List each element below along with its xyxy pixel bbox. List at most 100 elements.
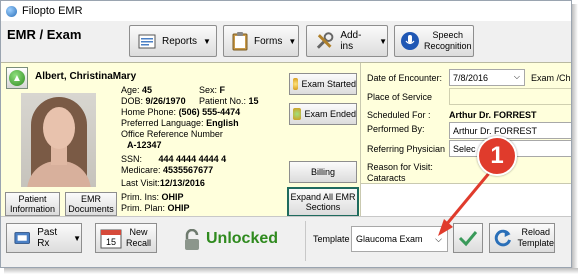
bottom-toolbar: Past Rx ▼ 15 New Recall Unlocked Templat…: [1, 216, 571, 267]
patient-no-label: Patient No.:: [199, 96, 247, 106]
addins-label: Add-ins: [340, 30, 362, 52]
exam-started-button[interactable]: Exam Started: [289, 73, 357, 95]
patient-name: Albert, ChristinaMary: [35, 71, 137, 82]
checkmark-icon: [458, 231, 478, 247]
home-phone-label: Home Phone:: [121, 107, 177, 117]
exam-ended-label: Exam Ended: [304, 109, 356, 119]
last-visit-label: Last Visit:: [121, 178, 160, 188]
forms-button[interactable]: Forms ▼: [223, 25, 299, 57]
title-bar: Filopto EMR: [1, 1, 571, 21]
top-toolbar: EMR / Exam Reports ▼ Forms ▼ Add-ins ▼ S…: [1, 21, 571, 61]
office-ref-value: A-12347: [127, 140, 162, 150]
forms-label: Forms: [254, 35, 283, 47]
preferred-language-label: Preferred Language:: [121, 118, 204, 128]
apply-template-button[interactable]: [453, 223, 483, 253]
age-label: Age:: [121, 85, 140, 95]
medicare-label: Medicare:: [121, 165, 161, 175]
dob-label: DOB:: [121, 96, 144, 106]
past-rx-button[interactable]: Past Rx ▼: [6, 223, 82, 253]
chevron-down-icon: ▼: [203, 36, 211, 46]
primary-insurance-label: Prim. Ins:: [121, 192, 160, 202]
preferred-language-value: English: [206, 118, 239, 128]
exam-started-label: Exam Started: [301, 79, 356, 89]
window-shadow-bottom: [4, 268, 578, 274]
age-value: 45: [142, 85, 153, 95]
speech-label-line2: Recognition: [424, 41, 472, 51]
patient-no-value: 15: [248, 96, 259, 106]
encounter-notes-area[interactable]: [361, 183, 571, 217]
reload-label-1: Reload: [521, 227, 550, 237]
billing-button[interactable]: Billing: [289, 161, 357, 183]
date-of-encounter-picker[interactable]: 7/8/2016 ⌵: [449, 69, 525, 86]
emr-documents-button[interactable]: EMR Documents: [65, 192, 117, 216]
tools-icon: [316, 32, 334, 49]
navigate-up-button[interactable]: ▲: [6, 67, 28, 89]
ssn-label: SSN:: [121, 154, 143, 164]
toolbar-separator: [305, 221, 306, 261]
referring-physician-label: Referring Physician: [367, 144, 446, 154]
reload-icon: [494, 229, 511, 247]
office-ref-label: Office Reference Number: [121, 129, 223, 139]
chevron-down-icon: ⌵: [435, 234, 442, 244]
speech-recognition-button[interactable]: Speech Recognition: [394, 25, 474, 57]
date-of-encounter-label: Date of Encounter:: [367, 73, 443, 83]
calendar-day-text: 15: [106, 237, 116, 247]
scheduled-for-value: Arthur Dr. FORREST: [449, 110, 537, 120]
exam-started-icon: [293, 78, 299, 90]
clipboard-icon: [232, 32, 248, 51]
arrow-up-icon: ▲: [9, 70, 25, 86]
template-selected-value: Glaucoma Exam: [356, 234, 423, 244]
reload-label-2: Template: [517, 238, 554, 248]
chevron-down-icon: ▼: [379, 36, 387, 46]
callout-number-badge: 1: [477, 136, 517, 176]
unlock-icon: [183, 228, 201, 254]
past-rx-label: Past Rx: [37, 227, 58, 249]
medicare-value: 4535567677: [163, 165, 214, 175]
primary-plan-label: Prim. Plan:: [121, 203, 166, 213]
new-recall-button[interactable]: 15 New Recall: [95, 223, 157, 253]
primary-plan-value: OHIP: [167, 203, 190, 213]
reason-for-visit-value: Cataracts: [367, 173, 406, 183]
app-logo-icon: [6, 5, 17, 17]
exam-type-label: Exam /Ch: [531, 73, 571, 83]
speech-label-line1: Speech: [432, 30, 464, 40]
chevron-down-icon: ▼: [288, 36, 297, 46]
performed-by-select[interactable]: Arthur Dr. FORREST: [449, 122, 571, 139]
reload-template-button[interactable]: Reload Template: [489, 223, 555, 253]
dob-value: 9/26/1970: [145, 96, 186, 106]
prescription-icon: [14, 232, 30, 244]
place-of-service-label: Place of Service: [367, 92, 433, 102]
lock-status[interactable]: Unlocked: [206, 227, 278, 251]
reports-icon: [138, 34, 156, 49]
reports-button[interactable]: Reports ▼: [129, 25, 217, 57]
addins-button[interactable]: Add-ins ▼: [306, 25, 388, 57]
expand-all-emr-sections-button[interactable]: Expand All EMR Sections: [287, 187, 359, 217]
sex-label: Sex:: [199, 85, 218, 95]
reports-label: Reports: [162, 35, 198, 47]
window-shadow-right: [572, 4, 578, 272]
module-title: EMR / Exam: [7, 27, 82, 42]
ssn-value: 444 4444 4444 4: [158, 154, 227, 164]
reason-for-visit-label: Reason for Visit:: [367, 162, 433, 172]
chevron-down-icon: ⌵: [513, 72, 520, 81]
home-phone-value: (506) 555-4474: [178, 107, 241, 117]
patient-information-button[interactable]: Patient Information: [5, 192, 60, 216]
template-label: Template: [313, 234, 350, 244]
chevron-down-icon: ▼: [73, 233, 81, 243]
performed-by-label: Performed By:: [367, 124, 425, 134]
exam-ended-icon: [293, 108, 302, 120]
microphone-icon: [401, 32, 419, 50]
template-select[interactable]: Glaucoma Exam ⌵: [351, 226, 448, 252]
primary-insurance-value: OHIP: [161, 192, 184, 202]
scheduled-for-label: Scheduled For :: [367, 110, 431, 120]
last-visit-value: 12/13/2016: [159, 178, 205, 188]
calendar-icon: 15: [100, 229, 122, 249]
emr-window: Filopto EMR EMR / Exam Reports ▼ Forms ▼: [0, 0, 572, 268]
place-of-service-field[interactable]: [449, 88, 571, 105]
window-title: Filopto EMR: [22, 5, 83, 17]
new-recall-label-2: Recall: [126, 238, 152, 248]
exam-ended-button[interactable]: Exam Ended: [289, 103, 357, 125]
new-recall-label-1: New: [129, 227, 148, 237]
patient-photo: [21, 93, 96, 187]
sex-value: F: [219, 85, 226, 95]
